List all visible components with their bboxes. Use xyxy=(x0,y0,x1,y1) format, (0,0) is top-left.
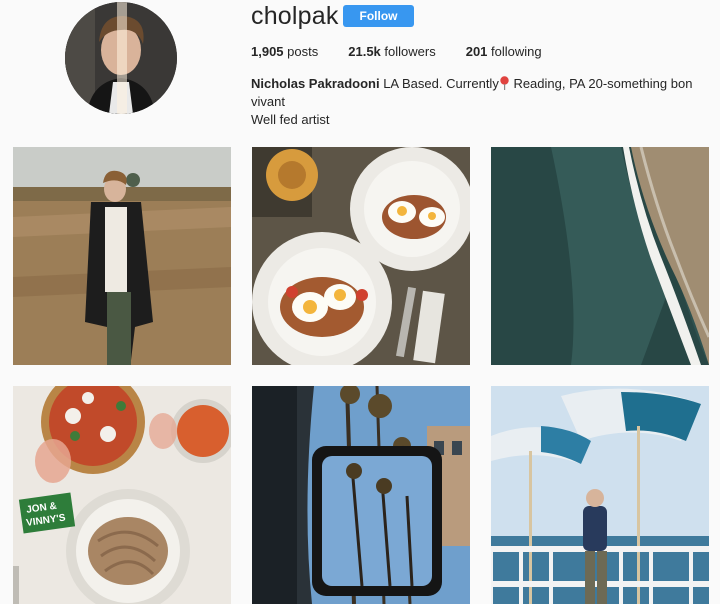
beach-umbrellas-photo xyxy=(491,386,709,604)
man-in-cornfield-photo xyxy=(13,147,231,365)
post-thumbnail-breakfast[interactable] xyxy=(252,147,470,365)
bio-line2: Well fed artist xyxy=(251,112,330,127)
posts-label: posts xyxy=(287,44,319,59)
followers-stat[interactable]: 21.5k followers xyxy=(348,44,435,59)
post-thumbnail-cornfield[interactable] xyxy=(13,147,231,365)
breakfast-plates-photo xyxy=(252,147,470,365)
profile-stats: 1,905 posts 21.5k followers 201 followin… xyxy=(251,44,572,59)
profile-bio: Nicholas Pakradooni LA Based. Currently … xyxy=(251,75,711,129)
followers-label: followers xyxy=(384,44,436,59)
round-pushpin-icon xyxy=(500,76,509,90)
palm-trees-mirror-photo xyxy=(252,386,470,604)
following-stat[interactable]: 201 following xyxy=(466,44,542,59)
beach-shoreline-photo xyxy=(491,147,709,365)
pizza-pasta-table-photo: JON & VINNY'S xyxy=(13,386,231,604)
posts-count: 1,905 xyxy=(251,44,284,59)
profile-full-name: Nicholas Pakradooni xyxy=(251,76,380,91)
profile-username: cholpak xyxy=(251,2,339,30)
following-label: following xyxy=(491,44,542,59)
bio-text-part1: LA Based. Currently xyxy=(379,76,499,91)
post-thumbnail-beach-umbrellas[interactable] xyxy=(491,386,709,604)
post-thumbnail-beach[interactable] xyxy=(491,147,709,365)
profile-avatar[interactable] xyxy=(65,2,177,114)
post-thumbnail-pizza-pasta[interactable]: JON & VINNY'S xyxy=(13,386,231,604)
posts-stat: 1,905 posts xyxy=(251,44,318,59)
following-count: 201 xyxy=(465,44,488,59)
follow-button[interactable]: Follow xyxy=(343,5,414,27)
followers-count: 21.5k xyxy=(348,44,381,59)
post-thumbnail-palm-trees[interactable] xyxy=(252,386,470,604)
